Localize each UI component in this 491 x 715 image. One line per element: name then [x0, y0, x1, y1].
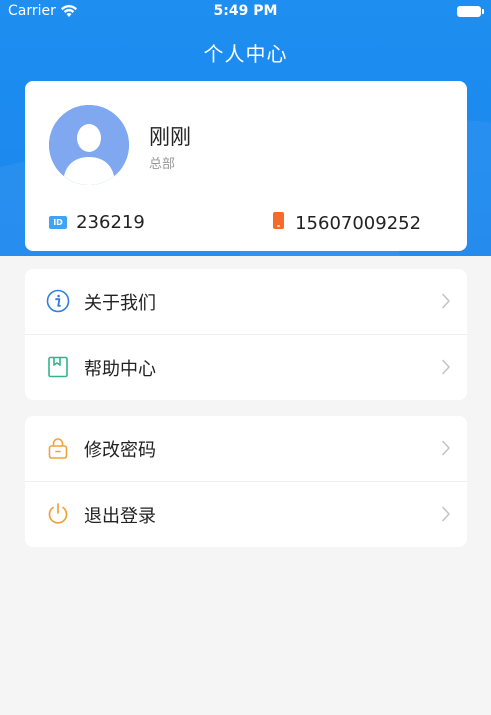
- phone-icon: [273, 212, 284, 229]
- info-icon: [46, 289, 70, 313]
- user-phone: 15607009252: [295, 213, 422, 234]
- status-bar: Carrier 5:49 PM: [0, 0, 491, 24]
- profile-screen: Carrier 5:49 PM 个人中心 刚刚 总部 ID 236219 156…: [0, 0, 491, 715]
- status-time: 5:49 PM: [213, 3, 278, 19]
- menu-group-info: 关于我们 帮助中心: [25, 269, 467, 400]
- menu-item-help-center[interactable]: 帮助中心: [25, 334, 467, 399]
- chevron-right-icon: [442, 293, 450, 309]
- menu-item-label: 退出登录: [84, 506, 156, 527]
- user-id: 236219: [76, 212, 145, 233]
- battery-icon: [457, 6, 484, 17]
- menu-item-label: 修改密码: [84, 440, 156, 461]
- chevron-right-icon: [442, 359, 450, 375]
- bookmark-icon: [48, 356, 68, 378]
- menu-item-label: 关于我们: [84, 293, 156, 314]
- menu-item-label: 帮助中心: [84, 359, 156, 380]
- menu-group-account: 修改密码 退出登录: [25, 416, 467, 547]
- id-card-icon: ID: [49, 216, 67, 229]
- menu-item-logout[interactable]: 退出登录: [25, 481, 467, 546]
- user-silhouette-icon: [49, 105, 129, 185]
- chevron-right-icon: [442, 506, 450, 522]
- user-id-row: ID 236219: [49, 212, 145, 234]
- page-title: 个人中心: [203, 42, 288, 66]
- user-name: 刚刚: [149, 125, 191, 149]
- avatar[interactable]: [49, 105, 129, 185]
- power-icon: [48, 503, 68, 524]
- chevron-right-icon: [442, 440, 450, 456]
- menu-item-about-us[interactable]: 关于我们: [25, 269, 467, 334]
- profile-card: 刚刚 总部 ID 236219 15607009252: [25, 81, 467, 251]
- user-phone-row: 15607009252: [273, 212, 421, 234]
- lock-icon: [48, 438, 68, 459]
- menu-item-change-password[interactable]: 修改密码: [25, 416, 467, 481]
- user-department: 总部: [149, 157, 176, 172]
